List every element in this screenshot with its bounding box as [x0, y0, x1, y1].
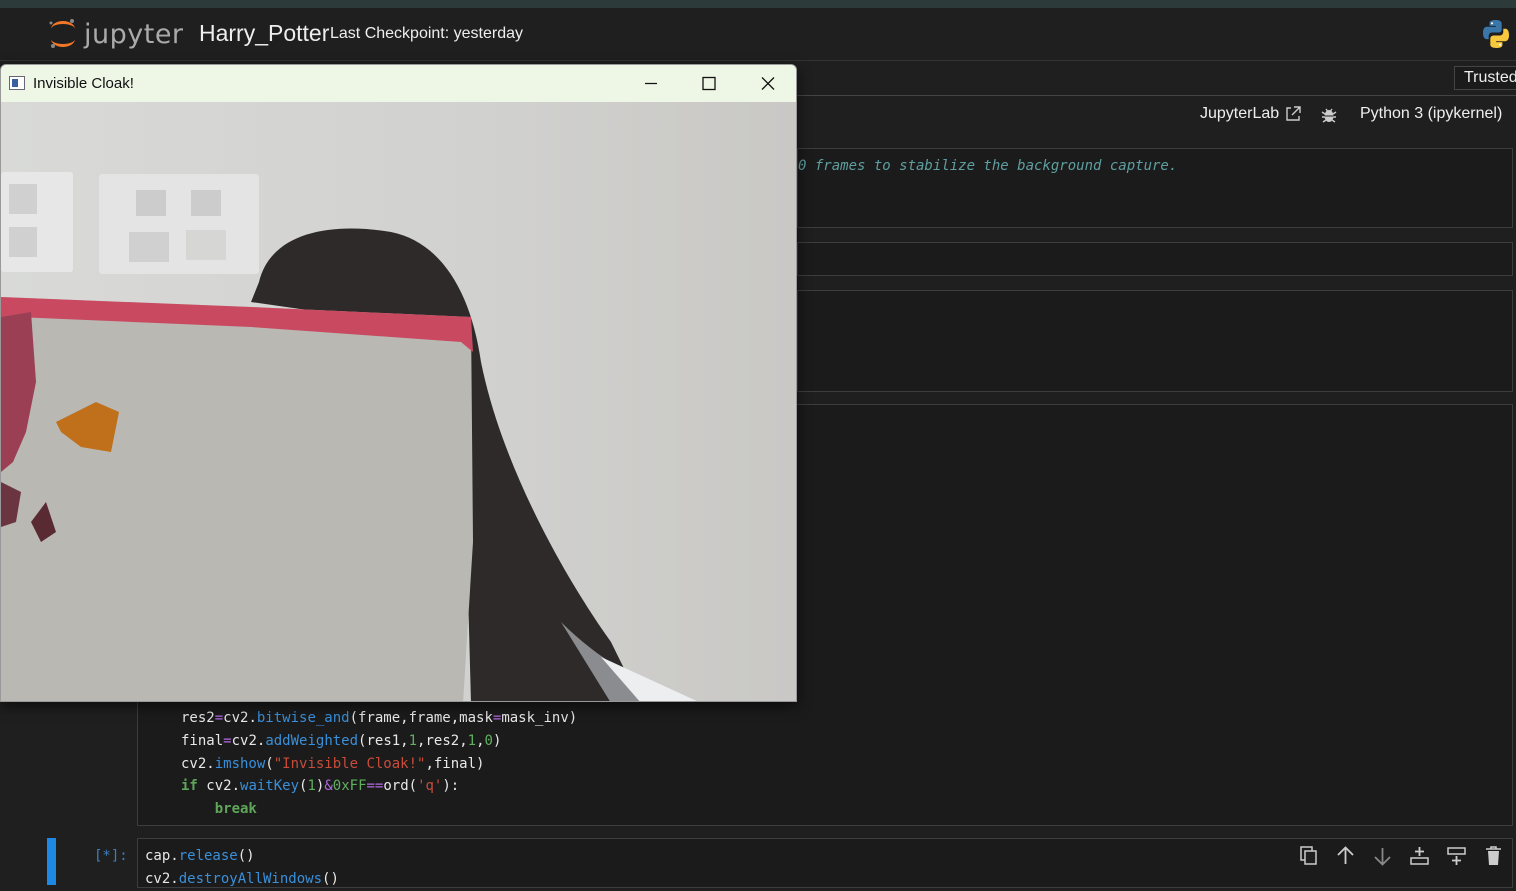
jupyterlab-link[interactable]: JupyterLab [1200, 105, 1301, 123]
duplicate-icon[interactable] [1296, 844, 1321, 868]
debugger-icon[interactable] [1321, 106, 1337, 124]
code-line: if cv2.waitKey(1)&0xFF==ord('q'): [181, 778, 460, 795]
top-strip [0, 0, 1516, 8]
minimize-icon[interactable] [622, 65, 680, 102]
code-line: break [214, 801, 257, 818]
trusted-indicator[interactable]: Trusted [1454, 66, 1516, 90]
opencv-window[interactable]: Invisible Cloak! [0, 64, 797, 702]
insert-above-icon[interactable] [1407, 844, 1432, 868]
comment-text: 0 frames to stabilize the background cap… [798, 158, 1178, 174]
maximize-icon[interactable] [680, 65, 738, 102]
code-line: cv2.destroyAllWindows() [145, 871, 339, 887]
jupyter-logo[interactable]: jupyter [48, 16, 184, 52]
notebook-header: jupyter Harry_Potter Last Checkpoint: ye… [0, 8, 1516, 61]
code-line: final=cv2.addWeighted(res1,1,res2,1,0) [181, 732, 502, 749]
notebook-title[interactable]: Harry_Potter [199, 20, 329, 47]
code-cell[interactable] [797, 242, 1513, 276]
logo-text: jupyter [84, 18, 184, 50]
active-cell-indicator [47, 838, 56, 885]
window-title: Invisible Cloak! [33, 75, 134, 92]
kernel-name[interactable]: Python 3 (ipykernel) [1360, 105, 1502, 123]
move-down-icon[interactable] [1370, 844, 1395, 868]
cell-toolbar [1296, 844, 1506, 868]
delete-icon[interactable] [1481, 844, 1506, 868]
external-link-icon [1286, 106, 1301, 121]
markdown-cell[interactable]: 0 frames to stabilize the background cap… [797, 148, 1513, 228]
code-cell[interactable] [797, 290, 1513, 392]
jupyter-icon [49, 19, 75, 48]
code-line: cap.release() [145, 848, 255, 864]
checkpoint-status: Last Checkpoint: yesterday [330, 25, 523, 42]
move-up-icon[interactable] [1333, 844, 1358, 868]
insert-below-icon[interactable] [1444, 844, 1469, 868]
code-line: cv2.imshow("Invisible Cloak!",final) [181, 755, 485, 772]
python-logo-icon [1483, 20, 1509, 48]
window-app-icon [9, 76, 25, 90]
code-line: res2=cv2.bitwise_and(frame,frame,mask=ma… [181, 710, 578, 726]
close-icon[interactable] [739, 65, 797, 102]
execution-prompt: [*]: [94, 848, 128, 864]
kernel-bar: JupyterLab Python 3 (ipykernel) [797, 96, 1516, 134]
jupyterlab-label: JupyterLab [1200, 105, 1280, 122]
window-titlebar[interactable]: Invisible Cloak! [1, 65, 797, 102]
code-editor[interactable]: res2=cv2.bitwise_and(frame,frame,mask=ma… [181, 707, 577, 821]
camera-frame-image [1, 102, 796, 701]
